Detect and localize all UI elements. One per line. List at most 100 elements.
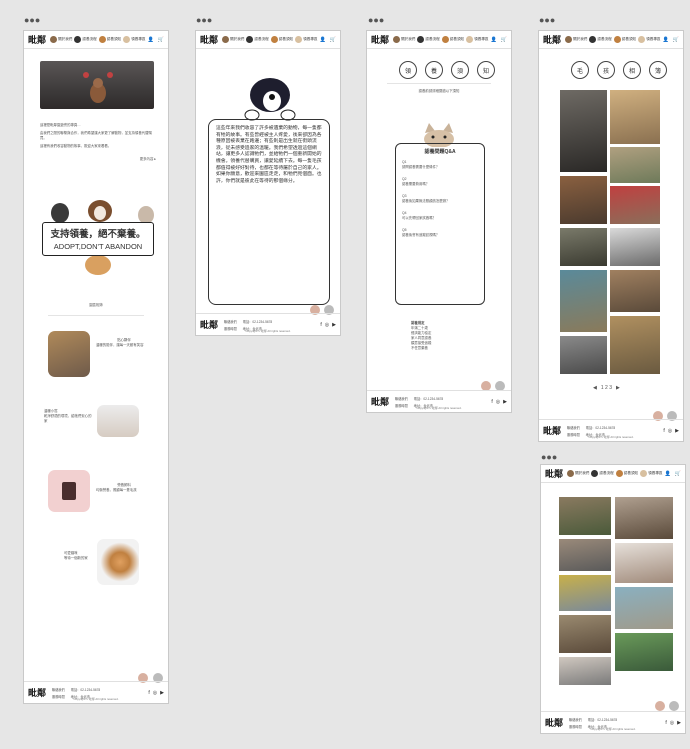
user-icon[interactable]: 👤 <box>665 471 671 477</box>
footer-item[interactable]: 聯絡我們 <box>569 717 582 722</box>
gallery-photo[interactable] <box>615 497 673 539</box>
cart-icon[interactable]: 🛒 <box>158 37 164 43</box>
avatar-icon <box>123 36 131 43</box>
cart-icon[interactable]: 🛒 <box>501 37 507 43</box>
user-icon[interactable]: 👤 <box>491 37 497 43</box>
gallery-photo[interactable] <box>610 90 660 144</box>
gallery-photo[interactable] <box>559 575 611 611</box>
user-icon[interactable]: 👤 <box>320 37 326 43</box>
footer-item[interactable]: 聯絡我們 <box>224 319 237 324</box>
page-numbers[interactable]: 1 2 3 <box>601 385 612 391</box>
nav-item[interactable]: 認養流程 <box>246 36 269 43</box>
facebook-icon[interactable]: f <box>148 690 149 696</box>
youtube-icon[interactable]: ▶ <box>503 399 507 405</box>
chat-fab[interactable] <box>655 701 665 711</box>
cart-icon[interactable]: 🛒 <box>330 37 336 43</box>
nav-item[interactable]: 認養須知 <box>270 36 293 43</box>
faq-item[interactable]: Q3 認養後如果無法照顧該怎麼辦？ <box>402 194 478 204</box>
nav-item[interactable]: 領養專區 <box>295 36 318 43</box>
nav-item[interactable]: 領養專區 <box>123 36 146 43</box>
nav-item[interactable]: 認養須知 <box>613 36 636 43</box>
faq-item[interactable]: Q2 認養需要費用嗎？ <box>402 177 478 187</box>
user-icon[interactable]: 👤 <box>663 37 669 43</box>
footer-item[interactable]: 聯絡我們 <box>52 687 65 692</box>
avatar-icon <box>417 36 425 43</box>
footer-item: 電話：02-1234-5678 <box>413 396 444 401</box>
logo[interactable]: 毗鄰 <box>200 33 218 46</box>
gallery-photo[interactable] <box>560 336 607 374</box>
instagram-icon[interactable]: ◎ <box>670 720 674 726</box>
card-photo[interactable] <box>48 331 90 377</box>
card-photo[interactable] <box>48 470 90 512</box>
gallery-photo[interactable] <box>559 497 611 535</box>
frame-home: 毗鄰 關於我們 認養流程 認養須知 領養專區 👤 🛒 這裡是毗鄰園遊會的專頁… 由… <box>23 30 169 704</box>
nav-item[interactable]: 領養專區 <box>640 470 663 477</box>
instagram-icon[interactable]: ◎ <box>668 428 672 434</box>
title-char: 養 <box>425 61 443 79</box>
gallery-photo[interactable] <box>559 657 611 685</box>
facebook-icon[interactable]: f <box>320 322 321 328</box>
instagram-icon[interactable]: ◎ <box>153 690 157 696</box>
gallery-photo[interactable] <box>560 90 607 172</box>
nav-item[interactable]: 關於我們 <box>565 36 587 43</box>
gallery-photo[interactable] <box>615 633 673 671</box>
nav-item[interactable]: 認養須知 <box>98 36 121 43</box>
avatar-icon <box>613 36 621 43</box>
gallery-photo[interactable] <box>615 587 673 629</box>
logo[interactable]: 毗鄰 <box>545 467 563 480</box>
gallery-photo[interactable] <box>610 228 660 266</box>
nav-item[interactable]: 認養流程 <box>74 36 97 43</box>
gallery-photo[interactable] <box>560 228 607 266</box>
nav-item[interactable]: 認養流程 <box>591 470 614 477</box>
youtube-icon[interactable]: ▶ <box>675 428 679 434</box>
faq-item[interactable]: Q5 認養後會有追蹤訪視嗎？ <box>402 228 478 238</box>
cart-icon[interactable]: 🛒 <box>675 471 681 477</box>
facebook-icon[interactable]: f <box>491 399 492 405</box>
footer-item[interactable]: 聯絡我們 <box>567 425 580 430</box>
gallery-photo[interactable] <box>610 270 660 312</box>
more-link[interactable]: 更多內容 ▸ <box>140 157 156 162</box>
faq-item[interactable]: Q4 可以先帶回家試養嗎？ <box>402 211 478 221</box>
facebook-icon[interactable]: f <box>663 428 664 434</box>
gallery-photo[interactable] <box>560 176 607 224</box>
avatar-icon <box>565 36 573 43</box>
nav-item[interactable]: 領養專區 <box>638 36 661 43</box>
youtube-icon[interactable]: ▶ <box>160 690 164 696</box>
footer-item[interactable]: 聯絡我們 <box>395 396 408 401</box>
gallery-photo[interactable] <box>615 543 673 583</box>
facebook-icon[interactable]: f <box>665 720 666 726</box>
logo[interactable]: 毗鄰 <box>371 33 389 46</box>
avatar-icon <box>222 36 230 43</box>
nav-item[interactable]: 認養須知 <box>615 470 638 477</box>
gallery-photo[interactable] <box>560 270 607 332</box>
gallery-photo[interactable] <box>610 147 660 183</box>
card-photo[interactable] <box>97 405 139 437</box>
logo[interactable]: 毗鄰 <box>28 33 46 46</box>
next-page-icon[interactable]: ▶ <box>616 385 620 391</box>
intro-line: 這裡有我們收容動物的故事，歡迎大家來看看。 <box>40 144 112 148</box>
nav-item[interactable]: 關於我們 <box>222 36 244 43</box>
nav-item[interactable]: 認養流程 <box>589 36 612 43</box>
logo[interactable]: 毗鄰 <box>543 33 561 46</box>
back-to-top-fab[interactable] <box>669 701 679 711</box>
faq-item[interactable]: Q1 請問認養需要什麼條件？ <box>402 160 478 170</box>
card-photo[interactable] <box>97 539 139 585</box>
nav-item[interactable]: 關於我們 <box>393 36 415 43</box>
prev-page-icon[interactable]: ◀ <box>593 385 597 391</box>
avatar-icon <box>98 36 106 43</box>
instagram-icon[interactable]: ◎ <box>325 322 329 328</box>
gallery-photo[interactable] <box>610 316 660 374</box>
nav-item[interactable]: 認養須知 <box>441 36 464 43</box>
user-icon[interactable]: 👤 <box>148 37 154 43</box>
youtube-icon[interactable]: ▶ <box>332 322 336 328</box>
gallery-photo[interactable] <box>610 186 660 224</box>
gallery-photo[interactable] <box>559 539 611 571</box>
instagram-icon[interactable]: ◎ <box>496 399 500 405</box>
gallery-photo[interactable] <box>559 615 611 653</box>
nav-item[interactable]: 領養專區 <box>466 36 489 43</box>
youtube-icon[interactable]: ▶ <box>677 720 681 726</box>
cart-icon[interactable]: 🛒 <box>673 37 679 43</box>
nav-item[interactable]: 關於我們 <box>50 36 72 43</box>
nav-item[interactable]: 關於我們 <box>567 470 589 477</box>
nav-item[interactable]: 認養流程 <box>417 36 440 43</box>
